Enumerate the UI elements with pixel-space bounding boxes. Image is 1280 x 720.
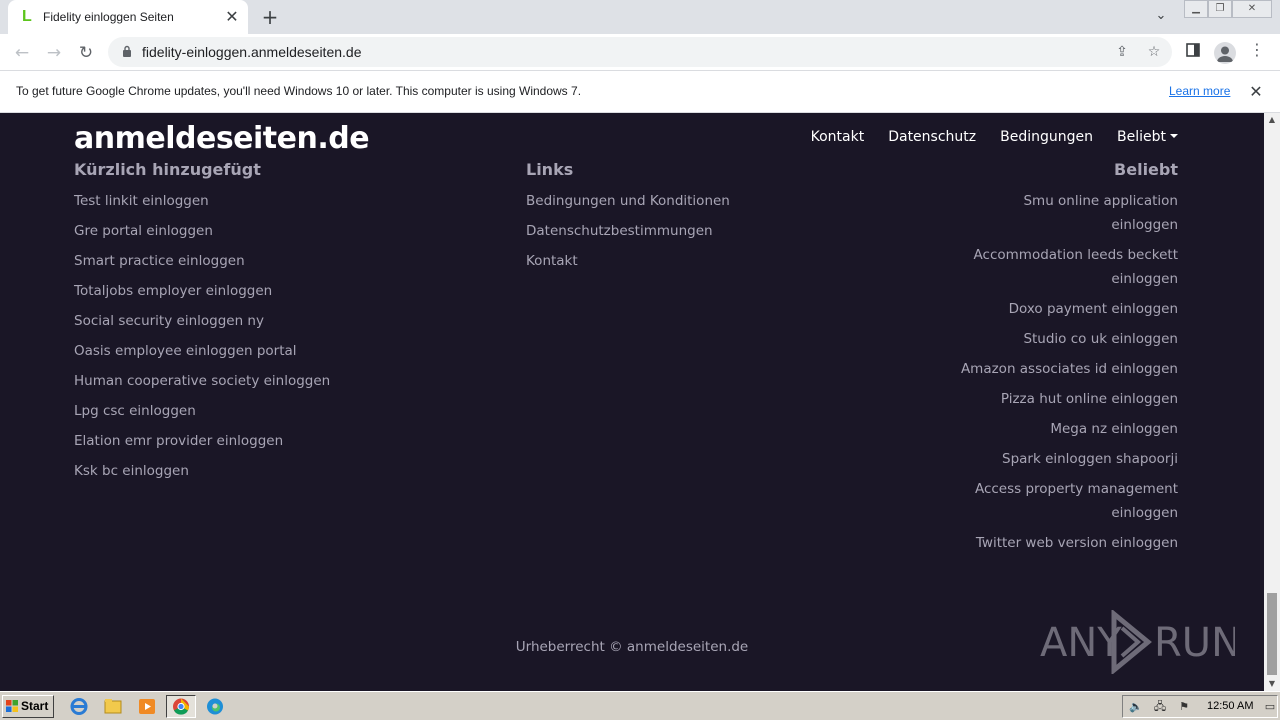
list-item[interactable]: Elation emr provider einloggen xyxy=(74,429,330,453)
taskbar-chrome-icon[interactable] xyxy=(166,695,196,718)
action-center-flag-icon[interactable]: ⚑ xyxy=(1177,700,1191,714)
list-item[interactable]: Studio co uk einloggen xyxy=(961,327,1178,351)
share-icon[interactable]: ⇪ xyxy=(1112,42,1132,62)
clock[interactable]: 12:50 AM xyxy=(1207,700,1253,712)
list-item[interactable]: Mega nz einloggen xyxy=(961,417,1178,441)
reload-button[interactable]: ↻ xyxy=(73,40,99,66)
new-tab-button[interactable]: + xyxy=(258,5,282,29)
list-item[interactable]: Oasis employee einloggen portal xyxy=(74,339,330,363)
profile-avatar[interactable] xyxy=(1214,42,1236,64)
top-nav: Kontakt Datenschutz Bedingungen Beliebt xyxy=(811,129,1178,145)
close-icon[interactable]: ✕ xyxy=(1246,82,1266,102)
list-item[interactable]: Kontakt xyxy=(526,249,730,273)
nav-kontakt[interactable]: Kontakt xyxy=(811,129,865,145)
scroll-up-arrow-icon[interactable]: ▲ xyxy=(1264,113,1280,127)
learn-more-link[interactable]: Learn more xyxy=(1169,84,1230,98)
list-item[interactable]: Smu online application xyxy=(961,189,1178,213)
taskbar-explorer-icon[interactable] xyxy=(100,695,126,718)
list-item[interactable]: Accommodation leeds beckett xyxy=(961,243,1178,267)
show-desktop-icon[interactable]: ▭ xyxy=(1263,700,1277,714)
start-button[interactable]: Start xyxy=(2,695,54,718)
list-item[interactable]: Access property management xyxy=(961,477,1178,501)
forward-button[interactable]: → xyxy=(41,40,67,66)
list-item[interactable]: Bedingungen und Konditionen xyxy=(526,189,730,213)
site-favicon-icon: L xyxy=(22,8,32,25)
list-item[interactable]: Human cooperative society einloggen xyxy=(74,369,330,393)
start-label: Start xyxy=(21,699,49,713)
list-item[interactable]: Smart practice einloggen xyxy=(74,249,330,273)
volume-icon[interactable]: 🔈 xyxy=(1129,700,1143,714)
nav-bedingungen[interactable]: Bedingungen xyxy=(1000,129,1093,145)
address-bar[interactable]: fidelity-einloggen.anmeldeseiten.de ⇪ ☆ xyxy=(108,37,1172,67)
list-item[interactable]: Amazon associates id einloggen xyxy=(961,357,1178,381)
links-list: Bedingungen und Konditionen Datenschutzb… xyxy=(526,189,730,279)
windows-taskbar: Start 🔈 🖧 ⚑ 12:50 AM ▭ xyxy=(0,691,1280,720)
nav-beliebt-label: Beliebt xyxy=(1117,129,1166,145)
list-item[interactable]: Gre portal einloggen xyxy=(74,219,330,243)
back-button[interactable]: ← xyxy=(9,40,35,66)
browser-tab[interactable]: L Fidelity einloggen Seiten ✕ xyxy=(8,0,248,34)
system-tray: 🔈 🖧 ⚑ 12:50 AM ▭ xyxy=(1122,695,1278,718)
list-item[interactable]: Lpg csc einloggen xyxy=(74,399,330,423)
list-item[interactable]: Spark einloggen shapoorji xyxy=(961,447,1178,471)
anyrun-watermark-logo: ANY RUN xyxy=(1040,610,1235,674)
infobar-message: To get future Google Chrome updates, you… xyxy=(16,84,582,98)
list-item[interactable]: Social security einloggen ny xyxy=(74,309,330,333)
menu-kebab-icon[interactable]: ⋮ xyxy=(1244,40,1270,66)
svg-text:ANY: ANY xyxy=(1040,620,1122,666)
taskbar-edge-icon[interactable] xyxy=(202,695,228,718)
page-content: anmeldeseiten.de Kontakt Datenschutz Bed… xyxy=(0,113,1264,691)
list-item[interactable]: Doxo payment einloggen xyxy=(961,297,1178,321)
tab-search-chevron-icon[interactable]: ⌄ xyxy=(1151,8,1171,26)
windows-flag-icon xyxy=(6,700,18,712)
lock-icon xyxy=(123,45,131,57)
svg-text:RUN: RUN xyxy=(1154,620,1235,666)
tab-title: Fidelity einloggen Seiten xyxy=(43,10,174,24)
restore-button[interactable]: ❐ xyxy=(1208,0,1232,18)
url-text: fidelity-einloggen.anmeldeseiten.de xyxy=(142,44,362,60)
list-item[interactable]: Twitter web version einloggen xyxy=(961,531,1178,555)
popular-list: Smu online application einloggen Accommo… xyxy=(961,189,1178,561)
list-item[interactable]: Totaljobs employer einloggen xyxy=(74,279,330,303)
popular-heading: Beliebt xyxy=(1114,160,1178,179)
browser-toolbar: ← → ↻ fidelity-einloggen.anmeldeseiten.d… xyxy=(0,34,1280,71)
links-heading: Links xyxy=(526,160,574,179)
list-item[interactable]: einloggen xyxy=(961,267,1178,291)
bookmark-star-icon[interactable]: ☆ xyxy=(1144,42,1164,62)
recent-list: Test linkit einloggen Gre portal einlogg… xyxy=(74,189,330,489)
side-panel-icon[interactable] xyxy=(1180,40,1206,66)
list-item[interactable]: Datenschutzbestimmungen xyxy=(526,219,730,243)
list-item[interactable]: Ksk bc einloggen xyxy=(74,459,330,483)
network-icon[interactable]: 🖧 xyxy=(1153,700,1167,714)
list-item[interactable]: einloggen xyxy=(961,213,1178,237)
recent-heading: Kürzlich hinzugefügt xyxy=(74,160,261,179)
list-item[interactable]: Test linkit einloggen xyxy=(74,189,330,213)
list-item[interactable]: einloggen xyxy=(961,501,1178,525)
tab-strip: L Fidelity einloggen Seiten ✕ + ⌄ ▁ ❐ ✕ xyxy=(0,0,1280,34)
minimize-button[interactable]: ▁ xyxy=(1184,0,1208,18)
taskbar-media-player-icon[interactable] xyxy=(134,695,160,718)
nav-beliebt-dropdown[interactable]: Beliebt xyxy=(1117,129,1178,145)
taskbar-ie-icon[interactable] xyxy=(66,695,92,718)
site-logo[interactable]: anmeldeseiten.de xyxy=(74,121,370,156)
close-tab-icon[interactable]: ✕ xyxy=(222,7,242,27)
list-item[interactable]: Pizza hut online einloggen xyxy=(961,387,1178,411)
caret-down-icon xyxy=(1170,134,1178,138)
page-scrollbar[interactable]: ▲ ▼ xyxy=(1264,113,1280,691)
scroll-down-arrow-icon[interactable]: ▼ xyxy=(1264,677,1280,691)
window-close-button[interactable]: ✕ xyxy=(1232,0,1272,18)
update-infobar: To get future Google Chrome updates, you… xyxy=(0,71,1280,113)
nav-datenschutz[interactable]: Datenschutz xyxy=(888,129,976,145)
scrollbar-thumb[interactable] xyxy=(1267,593,1277,675)
